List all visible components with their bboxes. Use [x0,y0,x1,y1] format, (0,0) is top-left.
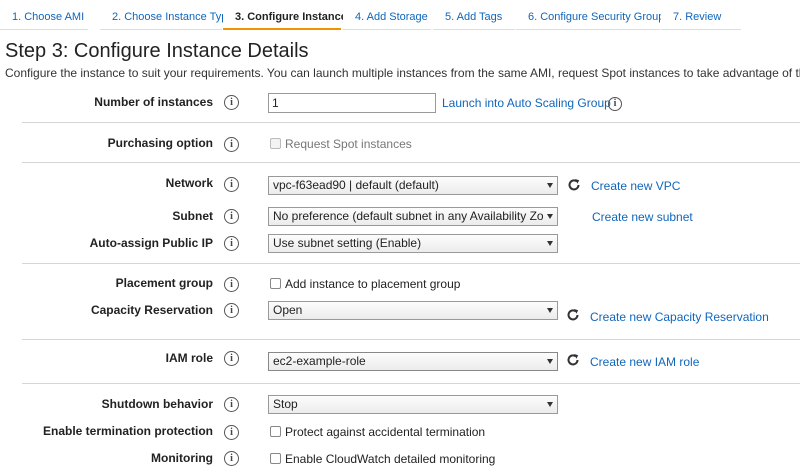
wizard-tabs: 1. Choose AMI 2. Choose Instance Type 3.… [0,0,800,34]
info-icon[interactable]: i [224,425,239,440]
info-icon[interactable]: i [224,451,239,466]
network-value: vpc-f63ead90 | default (default) [273,178,439,192]
tab-review[interactable]: 7. Review [661,8,741,30]
number-of-instances-label: Number of instances [94,95,213,109]
info-icon[interactable]: i [224,236,239,251]
number-of-instances-input[interactable] [268,93,436,113]
placement-group-label: Placement group [115,276,213,290]
tab-configure-security-group[interactable]: 6. Configure Security Group [516,8,664,30]
separator [22,339,800,340]
info-icon[interactable]: i [224,303,239,318]
network-label: Network [165,176,213,190]
create-new-capacity-reservation-link[interactable]: Create new Capacity Reservation [590,310,769,324]
tab-choose-ami[interactable]: 1. Choose AMI [0,8,88,30]
placement-group-checkbox-label: Add instance to placement group [285,277,461,291]
tab-add-storage[interactable]: 4. Add Storage [343,8,431,30]
termination-protection-checkbox[interactable] [270,426,281,437]
monitoring-checkbox[interactable] [270,453,281,464]
refresh-icon[interactable] [567,178,581,192]
subnet-value: No preference (default subnet in any Ava… [273,209,543,223]
info-icon[interactable]: i [224,177,239,192]
info-icon[interactable]: i [224,277,239,292]
page-description: Configure the instance to suit your requ… [5,66,800,80]
capacity-reservation-label: Capacity Reservation [90,303,213,317]
request-spot-label: Request Spot instances [285,137,412,151]
shutdown-behavior-label: Shutdown behavior [101,397,213,411]
info-icon[interactable]: i [224,95,239,110]
info-icon[interactable]: i [224,137,239,152]
create-new-vpc-link[interactable]: Create new VPC [591,179,680,193]
page-title: Step 3: Configure Instance Details [5,40,309,62]
tab-configure-instance[interactable]: 3. Configure Instance [223,8,347,30]
iam-role-label: IAM role [165,351,213,365]
iam-role-select[interactable]: ec2-example-role [268,352,558,371]
separator [22,162,800,163]
termination-protection-label: Enable termination protection [42,424,213,438]
iam-role-value: ec2-example-role [273,354,366,368]
capacity-reservation-select[interactable]: Open [268,301,558,320]
network-select[interactable]: vpc-f63ead90 | default (default) [268,176,558,195]
chevron-down-icon [547,402,553,407]
auto-assign-public-ip-value: Use subnet setting (Enable) [273,236,422,250]
auto-assign-public-ip-select[interactable]: Use subnet setting (Enable) [268,234,558,253]
monitoring-checkbox-label: Enable CloudWatch detailed monitoring [285,452,496,466]
chevron-down-icon [547,241,553,246]
create-new-subnet-link[interactable]: Create new subnet [592,210,693,224]
placement-group-checkbox[interactable] [270,278,281,289]
create-new-iam-role-link[interactable]: Create new IAM role [590,355,699,369]
chevron-down-icon [547,214,553,219]
refresh-icon[interactable] [566,308,580,322]
info-icon[interactable]: i [224,397,239,412]
chevron-down-icon [547,183,553,188]
purchasing-option-label: Purchasing option [107,136,213,150]
capacity-reservation-value: Open [273,303,303,317]
separator [22,263,800,264]
tab-choose-instance-type[interactable]: 2. Choose Instance Type [100,8,234,30]
separator [22,122,800,123]
auto-assign-public-ip-label: Auto-assign Public IP [89,236,213,250]
launch-auto-scaling-link[interactable]: Launch into Auto Scaling Group [442,96,611,110]
shutdown-behavior-value: Stop [273,397,298,411]
refresh-icon[interactable] [566,353,580,367]
tab-add-tags[interactable]: 5. Add Tags [433,8,515,30]
chevron-down-icon [547,359,553,364]
info-icon[interactable]: i [224,209,239,224]
request-spot-checkbox[interactable] [270,138,281,149]
chevron-down-icon [547,308,553,313]
info-icon[interactable]: i [224,351,239,366]
subnet-label: Subnet [172,209,213,223]
termination-protection-checkbox-label: Protect against accidental termination [285,425,486,439]
subnet-select[interactable]: No preference (default subnet in any Ava… [268,207,558,226]
shutdown-behavior-select[interactable]: Stop [268,395,558,414]
separator [22,383,800,384]
monitoring-label: Monitoring [151,451,213,465]
info-icon[interactable]: i [608,97,622,111]
